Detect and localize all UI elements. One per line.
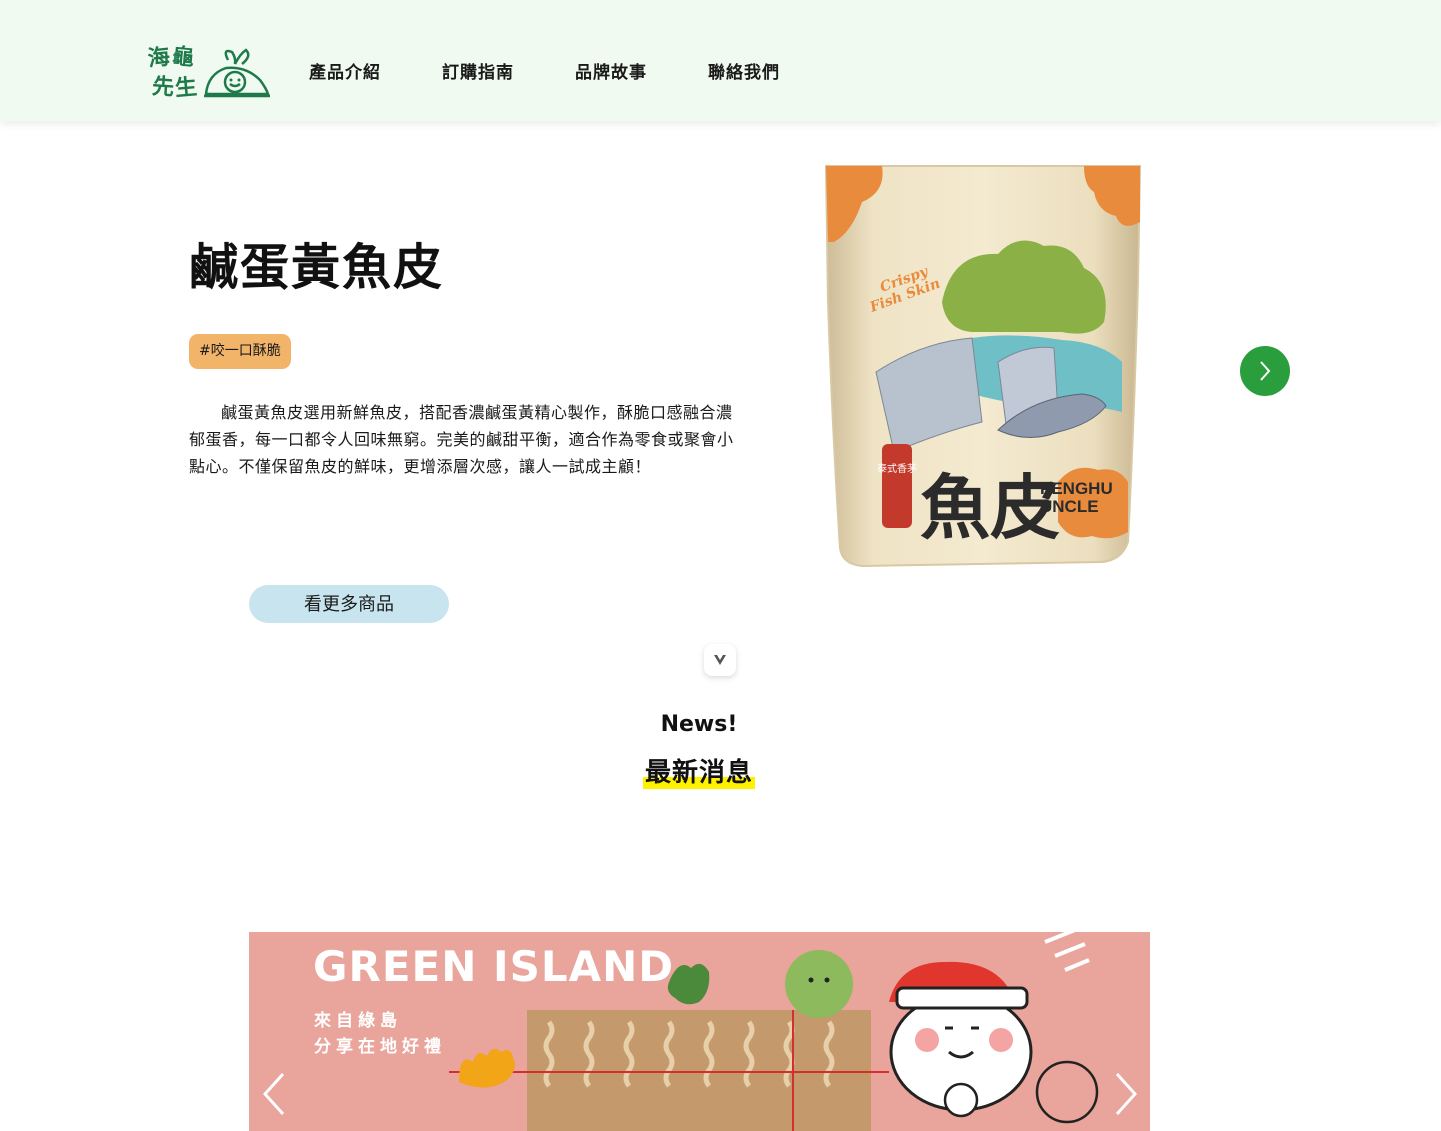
- news-heading-en: News!: [660, 712, 738, 737]
- brand-logo[interactable]: 海 龜 先 生: [148, 40, 272, 100]
- svg-text:生: 生: [174, 75, 198, 100]
- svg-text:海: 海: [148, 44, 171, 72]
- banner-next-button[interactable]: [1111, 1070, 1141, 1118]
- scroll-down-button[interactable]: [704, 644, 736, 676]
- svg-text:龜: 龜: [171, 43, 195, 71]
- main-nav: 產品介紹 訂購指南 品牌故事 聯絡我們: [309, 58, 780, 83]
- package-brand-en-1: PENGHU: [1040, 479, 1113, 498]
- package-brand-en-2: UNCLE: [1040, 497, 1099, 516]
- package-flavor-label: 泰式香茅: [877, 462, 917, 475]
- nav-item-brand-story[interactable]: 品牌故事: [575, 58, 647, 83]
- banner-title: GREEN ISLAND: [313, 942, 675, 991]
- chevron-left-icon: [262, 1072, 285, 1116]
- news-banner[interactable]: GREEN ISLAND 來自綠島 分享在地好禮: [249, 932, 1150, 1131]
- nav-item-products[interactable]: 產品介紹: [309, 58, 381, 83]
- news-heading-wrap: 最新消息: [0, 752, 1398, 789]
- banner-prev-button[interactable]: [259, 1070, 289, 1118]
- product-package-image: 泰式香茅 Crispy Fish Skin 魚皮 PENGHU UNCLE: [824, 165, 1142, 568]
- news-heading-zh: 最新消息: [642, 752, 755, 789]
- see-more-products-button[interactable]: 看更多商品: [249, 585, 449, 623]
- nav-item-contact[interactable]: 聯絡我們: [708, 58, 780, 83]
- chevron-right-icon: [1115, 1072, 1138, 1116]
- banner-subtitle-2: 分享在地好禮: [314, 1037, 446, 1057]
- chevron-right-icon: [1260, 361, 1271, 381]
- site-header: 海 龜 先 生 產品介紹 訂購指南 品牌故事 聯絡我們: [0, 0, 1441, 121]
- nav-item-order-guide[interactable]: 訂購指南: [442, 58, 514, 83]
- product-tag: #咬一口酥脆: [189, 334, 291, 369]
- product-next-button[interactable]: [1240, 346, 1290, 396]
- chevron-down-icon: [714, 655, 726, 665]
- product-title: 鹹蛋黃魚皮: [189, 239, 445, 296]
- package-big-title: 魚皮: [920, 466, 1060, 549]
- product-description: 鹹蛋黃魚皮選用新鮮魚皮，搭配香濃鹹蛋黃精心製作，酥脆口感融合濃郁蛋香，每一口都令…: [189, 403, 734, 476]
- banner-subtitle-1: 來自綠島: [314, 1011, 402, 1031]
- svg-text:先: 先: [151, 74, 175, 100]
